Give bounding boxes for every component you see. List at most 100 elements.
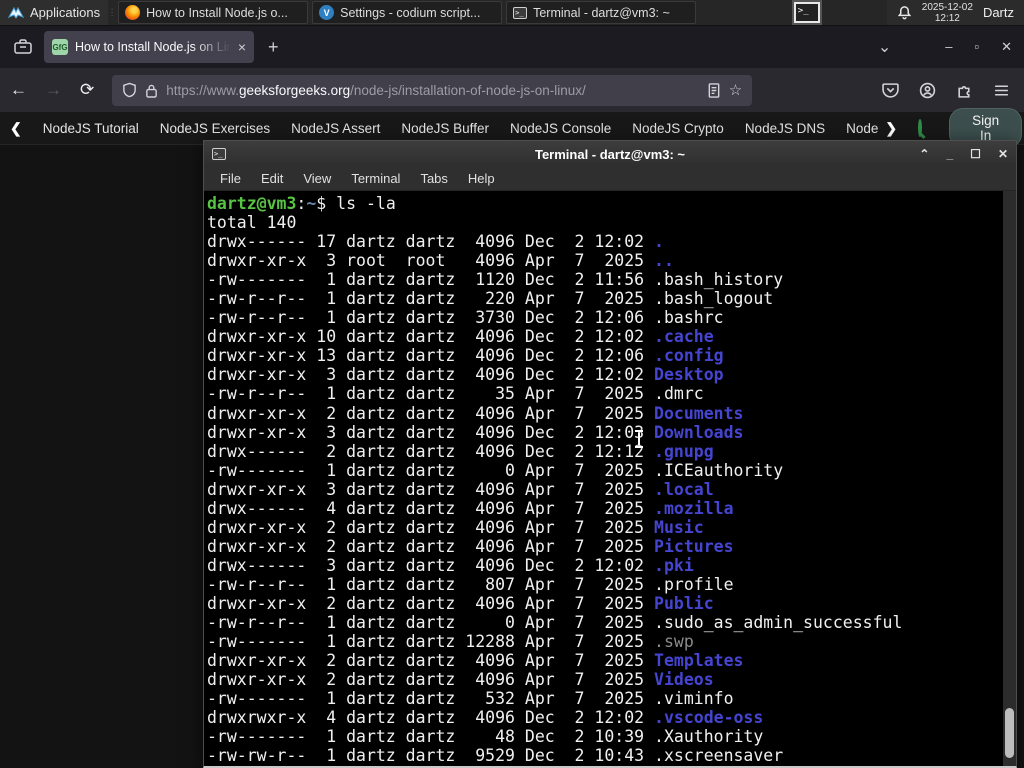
reader-mode-icon[interactable] — [707, 82, 721, 98]
terminal-icon: >_ — [513, 6, 528, 19]
browser-maximize-button[interactable]: ▫ — [974, 39, 979, 55]
taskbar-window-label: Settings - codium script... — [340, 5, 481, 20]
site-nav-item[interactable]: NodeJS Assert — [291, 121, 380, 136]
site-nav-item[interactable]: NodeJS Console — [510, 121, 611, 136]
terminal-menu-bar: File Edit View Terminal Tabs Help — [204, 167, 1016, 191]
extensions-puzzle-icon[interactable] — [956, 82, 973, 99]
new-tab-button[interactable]: + — [268, 37, 279, 58]
directory-name: .mozilla — [654, 498, 734, 518]
terminal-line: -rw-r--r-- 1 dartz dartz 807 Apr 7 2025 … — [207, 574, 734, 594]
site-search-icon[interactable] — [918, 119, 923, 137]
file-name: .Xauthority — [654, 727, 764, 747]
terminal-line: drwx------ 4 dartz dartz 4096 Apr 7 2025… — [207, 498, 734, 518]
terminal-menu-help[interactable]: Help — [460, 169, 503, 188]
terminal-line: -rw-r--r-- 1 dartz dartz 0 Apr 7 2025 .s… — [207, 613, 903, 633]
bookmark-star-icon[interactable]: ☆ — [729, 81, 742, 99]
terminal-line: -rw------- 1 dartz dartz 48 Dec 2 10:39 … — [207, 727, 764, 747]
forward-button[interactable]: → — [45, 80, 62, 100]
taskbar-window-firefox[interactable]: How to Install Node.js o... — [118, 1, 309, 24]
taskbar-window-terminal[interactable]: >_ Terminal - dartz@vm3: ~ — [506, 1, 697, 24]
directory-name: .config — [654, 346, 724, 366]
tab-active[interactable]: GfG How to Install Node.js on Linux × — [44, 31, 254, 63]
terminal-line: drwxr-xr-x 2 dartz dartz 4096 Apr 7 2025… — [207, 651, 744, 671]
browser-minimize-button[interactable]: – — [945, 39, 952, 55]
terminal-prompt-line: dartz@vm3:~$ ls -la — [207, 194, 1016, 213]
clock-time: 12:12 — [934, 12, 960, 24]
terminal-line: -rw------- 1 dartz dartz 532 Apr 7 2025 … — [207, 689, 734, 709]
terminal-total-line: total 140 — [207, 213, 297, 233]
terminal-menu-file[interactable]: File — [212, 169, 249, 188]
terminal-menu-tabs[interactable]: Tabs — [412, 169, 455, 188]
terminal-menu-view[interactable]: View — [295, 169, 339, 188]
site-nav-item[interactable]: NodeJS DNS — [745, 121, 825, 136]
taskbar-window-label: Terminal - dartz@vm3: ~ — [533, 5, 670, 20]
url-bar[interactable]: https://www.geeksforgeeks.org/node-js/in… — [112, 74, 753, 106]
ibeam-mouse-cursor — [634, 430, 644, 448]
browser-close-button[interactable]: ✕ — [1001, 39, 1012, 55]
top-panel: Applications ⋮ How to Install Node.js o.… — [0, 0, 1024, 26]
directory-name: Public — [654, 593, 714, 613]
taskbar-window-codium[interactable]: V Settings - codium script... — [312, 1, 503, 24]
firefox-view-button[interactable] — [10, 34, 36, 60]
reload-button[interactable]: ⟳ — [80, 80, 94, 100]
terminal-shade-button[interactable]: ⌃ — [919, 147, 929, 161]
directory-name: Downloads — [654, 422, 744, 442]
terminal-line: drwxr-xr-x 3 dartz dartz 4096 Dec 2 12:0… — [207, 422, 744, 442]
terminal-command: ls -la — [336, 194, 396, 213]
terminal-menu-terminal[interactable]: Terminal — [343, 169, 408, 188]
terminal-menu-edit[interactable]: Edit — [253, 169, 291, 188]
terminal-line: -rw-r--r-- 1 dartz dartz 220 Apr 7 2025 … — [207, 289, 774, 309]
applications-menu-button[interactable]: Applications — [0, 0, 109, 25]
https-lock-icon[interactable] — [145, 83, 158, 98]
terminal-scrollbar[interactable] — [1003, 191, 1016, 766]
ls-output: drwx------ 17 dartz dartz 4096 Dec 2 12:… — [207, 232, 1016, 765]
terminal-minimize-button[interactable]: _ — [946, 147, 953, 161]
site-nav-item[interactable]: NodeJS Exercises — [160, 121, 270, 136]
url-path: /node-js/installation-of-node-js-on-linu… — [350, 82, 586, 98]
back-button[interactable]: ← — [10, 80, 27, 100]
terminal-maximize-button[interactable]: ☐ — [970, 147, 981, 161]
file-name: .ICEauthority — [654, 460, 784, 480]
file-name: .bash_history — [654, 270, 784, 290]
nav-scroll-right-icon[interactable]: ❯ — [885, 120, 897, 137]
file-name: .xscreensaver — [654, 746, 784, 766]
list-all-tabs-chevron-icon[interactable]: ⌄ — [878, 37, 891, 57]
tab-title: How to Install Node.js on Linux — [75, 40, 231, 54]
account-icon[interactable] — [919, 82, 936, 99]
terminal-title-bar[interactable]: >_ Terminal - dartz@vm3: ~ ⌃ _ ☐ ✕ — [204, 141, 1016, 167]
site-nav-item[interactable]: NodeJS Tutorial — [43, 121, 139, 136]
codium-icon: V — [319, 5, 335, 20]
terminal-line: drwxr-xr-x 3 dartz dartz 4096 Apr 7 2025… — [207, 479, 714, 499]
terminal-line: drwxr-xr-x 2 dartz dartz 4096 Apr 7 2025… — [207, 517, 704, 537]
directory-name: Music — [654, 517, 704, 537]
clock-date: 2025-12-02 — [921, 1, 973, 13]
file-name: .bashrc — [654, 308, 724, 328]
terminal-launcher-icon: >_ — [793, 2, 820, 23]
terminal-scrollbar-thumb[interactable] — [1005, 708, 1014, 758]
notification-bell-icon[interactable] — [897, 5, 912, 20]
terminal-line: -rw------- 1 dartz dartz 12288 Apr 7 202… — [207, 632, 694, 652]
terminal-close-button[interactable]: ✕ — [998, 147, 1008, 161]
url-scheme: https://www. — [166, 82, 240, 98]
site-nav-item[interactable]: NodeJS Crypto — [632, 121, 724, 136]
directory-name: Desktop — [654, 365, 724, 385]
pocket-icon[interactable] — [882, 82, 899, 99]
tracking-protection-shield-icon[interactable] — [122, 82, 137, 98]
panel-clock[interactable]: 2025-12-02 12:12 — [922, 2, 973, 24]
firefox-view-icon — [14, 39, 32, 54]
directory-name: Templates — [654, 651, 744, 671]
terminal-line: drwxr-xr-x 2 dartz dartz 4096 Apr 7 2025… — [207, 536, 734, 556]
site-nav-item[interactable]: NodeJS Buffer — [401, 121, 489, 136]
terminal-launcher-button[interactable]: >_ — [787, 0, 827, 25]
directory-name: Pictures — [654, 536, 734, 556]
tab-close-icon[interactable]: × — [238, 39, 246, 55]
directory-name: .. — [654, 251, 674, 271]
panel-spacer — [698, 0, 787, 25]
site-nav-item[interactable]: Node — [846, 121, 878, 136]
terminal-line: -rw------- 1 dartz dartz 0 Apr 7 2025 .I… — [207, 460, 784, 480]
terminal-output[interactable]: dartz@vm3:~$ ls -la total 140 drwx------… — [204, 191, 1016, 766]
menu-hamburger-icon[interactable] — [993, 83, 1010, 98]
file-name: .bash_logout — [654, 289, 774, 309]
prompt-suffix: $ — [316, 194, 337, 213]
nav-scroll-left-icon[interactable]: ❮ — [10, 120, 22, 137]
